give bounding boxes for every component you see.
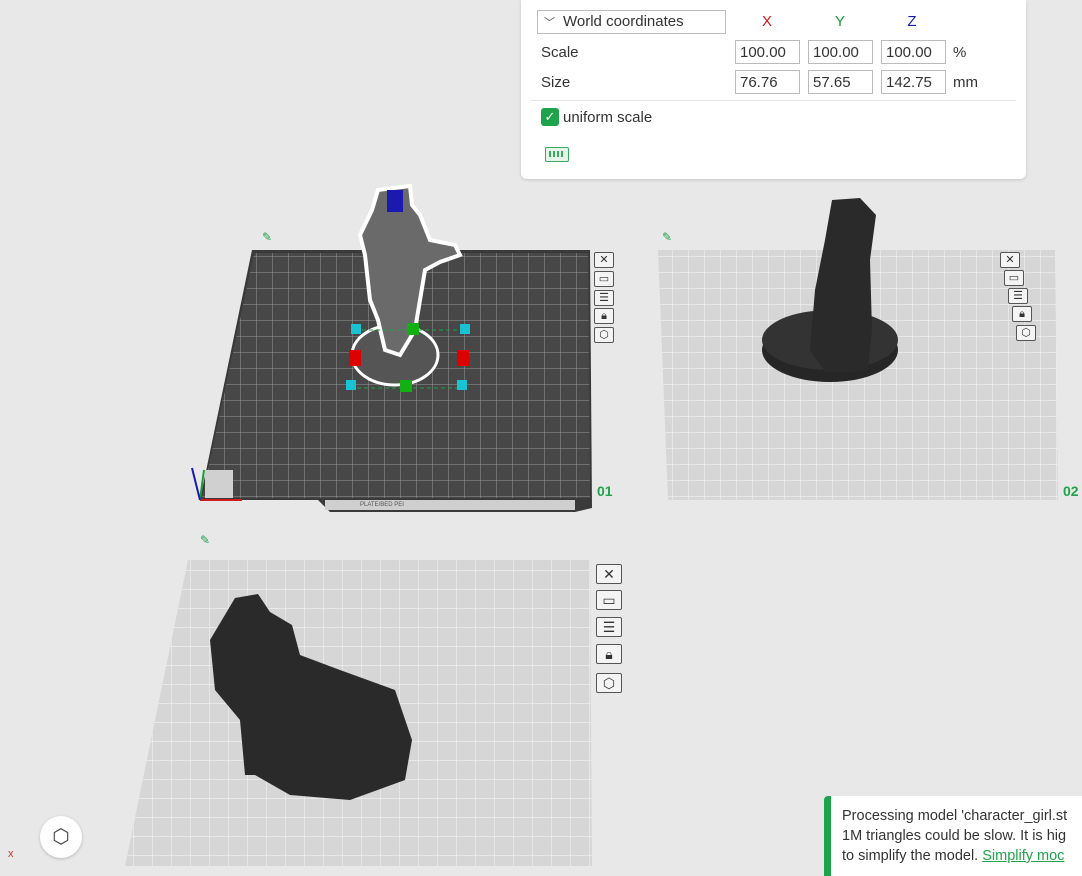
plate-01-settings-icon[interactable]: ⬡ [594,327,614,343]
plate-03-arrange-icon[interactable]: ▭ [596,590,622,610]
divider [531,100,1016,101]
plate-02-arrange-icon[interactable]: ▭ [1004,270,1024,286]
view-cube-icon[interactable]: ⬡ [40,816,82,858]
scale-label: Scale [541,44,579,61]
simplify-model-link[interactable]: Simplify moc [982,848,1064,864]
keyboard-icon[interactable] [545,147,569,162]
toast-line-3: to simplify the model. [842,848,983,864]
edit-plate-03-icon[interactable]: ✎ [200,533,210,547]
axis-y-label: Y [834,13,845,30]
plate-02-orient-icon[interactable]: ☰ [1008,288,1028,304]
object-transform-panel: ﹀ World coordinates X Y Z Scale % Size mm… [521,0,1026,179]
scale-x-input[interactable] [735,40,800,64]
toast-line-1: Processing model 'character_girl.st [842,808,1068,824]
plate-01-number: 01 [597,483,613,499]
coordinate-system-dropdown[interactable]: ﹀ World coordinates [537,10,726,34]
chevron-down-icon: ﹀ [544,17,555,29]
scale-unit: % [953,44,967,61]
plate-01-delete-icon[interactable]: ✕ [594,252,614,268]
plate-03-lock-icon[interactable]: 🔒︎ [596,644,622,664]
size-label: Size [541,74,571,91]
toast-line-2: 1M triangles could be slow. It is hig [842,828,1067,844]
uniform-scale-label: uniform scale [563,109,653,126]
plate-01-arrange-icon[interactable]: ▭ [594,271,614,287]
plate-02-settings-icon[interactable]: ⬡ [1016,325,1036,341]
corner-mark: x [8,848,14,860]
scale-z-input[interactable] [881,40,946,64]
uniform-scale-checkbox[interactable]: ✓ [541,108,559,126]
plate-03-orient-icon[interactable]: ☰ [596,617,622,637]
plate-01-lock-icon[interactable]: 🔒︎ [594,308,614,324]
plate-01-orient-icon[interactable]: ☰ [594,290,614,306]
scale-y-input[interactable] [808,40,873,64]
plate-bed-label: PLATE/BED PEI [360,502,404,508]
plate-02-lock-icon[interactable]: 🔒︎ [1012,306,1032,322]
plate-03-settings-icon[interactable]: ⬡ [596,673,622,693]
coordinate-system-value: World coordinates [563,13,684,30]
edit-plate-01-icon[interactable]: ✎ [262,230,272,244]
plate-02-number: 02 [1063,483,1079,499]
size-unit: mm [953,74,978,91]
size-x-input[interactable] [735,70,800,94]
size-y-input[interactable] [808,70,873,94]
size-z-input[interactable] [881,70,946,94]
axis-z-label: Z [907,13,917,30]
notification-toast: Processing model 'character_girl.st 1M t… [824,796,1082,876]
z-axis-line [191,467,201,501]
plate-03-delete-icon[interactable]: ✕ [596,564,622,584]
edit-plate-02-icon[interactable]: ✎ [662,230,672,244]
axis-x-label: X [761,13,772,30]
plate-02-delete-icon[interactable]: ✕ [1000,252,1020,268]
